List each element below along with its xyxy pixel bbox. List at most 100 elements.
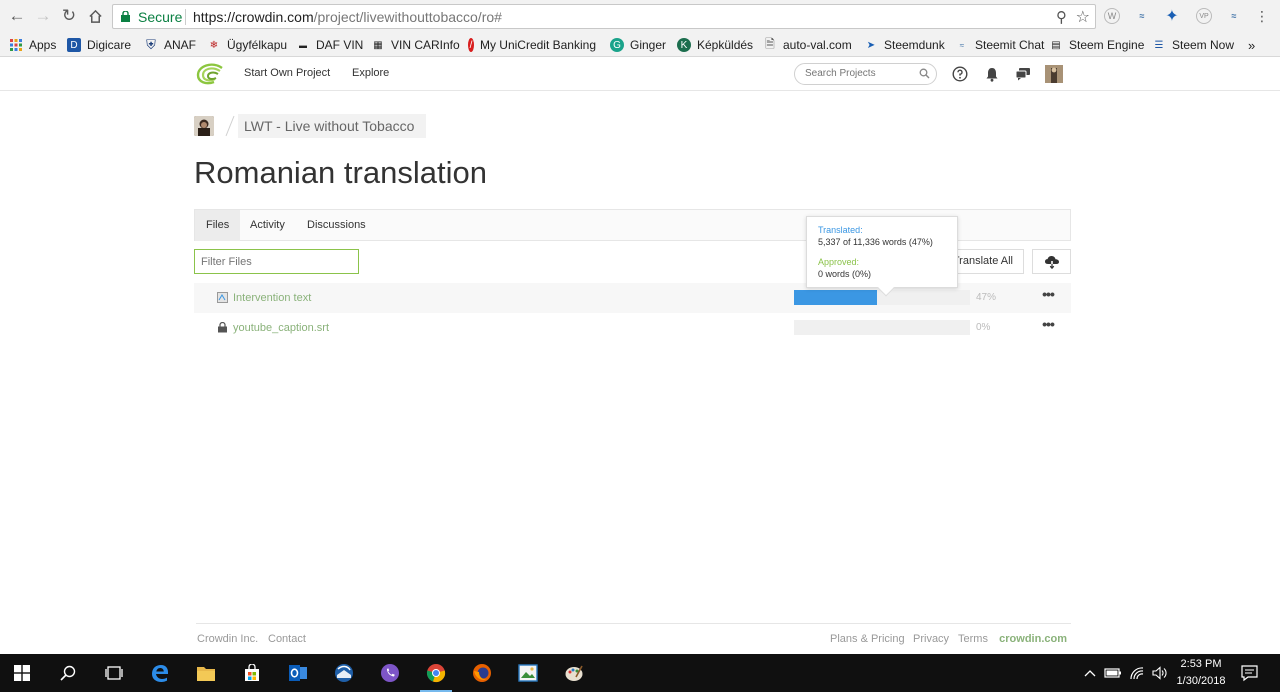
wordpress-extension-icon[interactable]: W bbox=[1104, 8, 1120, 24]
back-arrow-icon[interactable]: ← bbox=[6, 5, 28, 27]
file-name[interactable]: youtube_caption.srt bbox=[233, 322, 329, 334]
bookmark-daf-vin[interactable]: ▬ DAF VIN bbox=[296, 36, 363, 54]
bookmark-steem-engine[interactable]: ▤ Steem Engine bbox=[1049, 36, 1144, 54]
edge-browser-icon[interactable] bbox=[148, 661, 172, 685]
bookmark-label: VIN CARInfo bbox=[391, 38, 460, 52]
home-icon[interactable] bbox=[84, 5, 106, 27]
search-icon[interactable] bbox=[919, 68, 930, 79]
footer-contact-link[interactable]: Contact bbox=[268, 633, 306, 645]
daf-logo-icon: ▬ bbox=[299, 40, 307, 50]
chrome-menu-icon[interactable]: ⋮ bbox=[1254, 8, 1270, 24]
search-input[interactable] bbox=[805, 68, 915, 79]
user-avatar[interactable] bbox=[1045, 65, 1063, 83]
vp-extension-icon[interactable]: VP bbox=[1196, 8, 1212, 24]
bookmark-steem-now[interactable]: ☰ Steem Now bbox=[1152, 36, 1235, 54]
bookmark-steemdunk[interactable]: ➤ Steemdunk bbox=[864, 36, 945, 54]
filter-files-input[interactable] bbox=[194, 249, 359, 274]
windows-start-icon[interactable] bbox=[10, 661, 34, 685]
volume-icon[interactable] bbox=[1150, 661, 1170, 685]
progress-bar bbox=[794, 320, 970, 335]
bookmark-vin-carinfo[interactable]: ▦ VIN CARInfo bbox=[371, 36, 460, 54]
url-host: https://crowdin.com bbox=[193, 9, 314, 25]
crowdin-logo[interactable] bbox=[196, 62, 224, 86]
reload-icon[interactable]: ↻ bbox=[58, 5, 80, 27]
secure-label: Secure bbox=[138, 9, 183, 25]
firefox-icon[interactable] bbox=[470, 661, 494, 685]
file-name[interactable]: Intervention text bbox=[233, 292, 311, 304]
progress-percent: 0% bbox=[976, 322, 991, 333]
bookmark-label: Steemdunk bbox=[884, 38, 945, 52]
steem-extension-icon[interactable]: ≈ bbox=[1134, 8, 1150, 24]
plane-extension-icon[interactable]: ✦ bbox=[1164, 8, 1180, 25]
bookmark-unicredit[interactable]: / My UniCredit Banking bbox=[468, 36, 596, 54]
bookmark-label: auto-val.com bbox=[783, 38, 852, 52]
train-icon: ▤ bbox=[1051, 39, 1061, 51]
bookmark-auto-val[interactable]: 🗎 auto-val.com bbox=[763, 36, 852, 54]
store-icon[interactable] bbox=[240, 661, 264, 685]
more-options-icon[interactable]: ••• bbox=[1041, 287, 1055, 303]
steem-extension-icon-2[interactable]: ≈ bbox=[1226, 8, 1242, 24]
messages-icon[interactable] bbox=[1014, 65, 1032, 83]
crest-icon: ❄ bbox=[209, 39, 219, 51]
bookmark-steemit-chat[interactable]: ≈ Steemit Chat bbox=[955, 36, 1045, 54]
bookmark-label: Apps bbox=[29, 38, 57, 52]
task-view-icon[interactable] bbox=[102, 661, 126, 685]
wifi-icon[interactable] bbox=[1127, 661, 1147, 685]
outlook-icon[interactable] bbox=[286, 661, 310, 685]
paint-icon[interactable] bbox=[562, 661, 586, 685]
tab-discussions[interactable]: Discussions bbox=[296, 210, 377, 241]
bookmark-digicare[interactable]: D Digicare bbox=[67, 36, 131, 54]
footer-company-link[interactable]: Crowdin Inc. bbox=[197, 633, 258, 645]
bookmark-label: ANAF bbox=[164, 38, 197, 52]
tab-files[interactable]: Files bbox=[195, 210, 241, 241]
tray-chevron-up-icon[interactable] bbox=[1080, 661, 1100, 685]
photos-icon[interactable] bbox=[516, 661, 540, 685]
start-own-project-link[interactable]: Start Own Project bbox=[244, 67, 330, 79]
bookmark-apps[interactable]: Apps bbox=[9, 36, 56, 54]
forward-arrow-icon[interactable]: → bbox=[32, 5, 54, 27]
search-box[interactable] bbox=[794, 63, 937, 85]
locked-file-icon bbox=[218, 322, 227, 333]
shield-icon: ⛨ bbox=[146, 37, 156, 52]
action-center-icon[interactable] bbox=[1238, 661, 1262, 685]
footer-crowdin-link[interactable]: crowdin.com bbox=[999, 633, 1067, 645]
thunderbird-icon[interactable] bbox=[332, 661, 356, 685]
breadcrumb-project-link[interactable]: LWT - Live without Tobacco bbox=[238, 114, 427, 138]
battery-icon[interactable] bbox=[1103, 661, 1123, 685]
project-owner-avatar[interactable] bbox=[194, 116, 214, 136]
bookmark-label: Ginger bbox=[630, 38, 667, 52]
help-icon[interactable] bbox=[951, 65, 969, 83]
progress-tooltip: Translated: 5,337 of 11,336 words (47%) … bbox=[806, 216, 958, 297]
steemit-icon: ≈ bbox=[959, 40, 965, 50]
more-options-icon[interactable]: ••• bbox=[1041, 317, 1055, 333]
address-bar[interactable]: Secure https://crowdin.com/project/livew… bbox=[112, 4, 1096, 29]
file-row[interactable]: youtube_caption.srt 0% ••• bbox=[194, 313, 1071, 343]
steem-now-icon: ☰ bbox=[1154, 39, 1164, 51]
chrome-icon[interactable] bbox=[424, 661, 448, 685]
footer-privacy-link[interactable]: Privacy bbox=[913, 633, 949, 645]
viber-icon[interactable] bbox=[378, 661, 402, 685]
download-button[interactable] bbox=[1032, 249, 1071, 274]
zoom-icon[interactable]: ⚲ bbox=[1056, 8, 1067, 26]
footer-plans-link[interactable]: Plans & Pricing bbox=[830, 633, 905, 645]
ginger-icon: G bbox=[610, 38, 624, 52]
file-explorer-icon[interactable] bbox=[194, 661, 218, 685]
steemdunk-icon: ➤ bbox=[866, 39, 876, 51]
clock-date[interactable]: 1/30/2018 bbox=[1174, 675, 1228, 687]
clock-time[interactable]: 2:53 PM bbox=[1174, 658, 1228, 670]
bookmark-label: My UniCredit Banking bbox=[479, 38, 596, 52]
url-text[interactable]: https://crowdin.com/project/livewithoutt… bbox=[193, 9, 502, 25]
text-file-icon bbox=[217, 292, 228, 303]
bookmark-ugyfelkapu[interactable]: ❄ Ügyfélkapu bbox=[207, 36, 287, 54]
footer-terms-link[interactable]: Terms bbox=[958, 633, 988, 645]
bookmark-label: Képküldés bbox=[697, 38, 754, 52]
explore-link[interactable]: Explore bbox=[352, 67, 389, 79]
bookmark-ginger[interactable]: G Ginger bbox=[610, 36, 666, 54]
more-bookmarks-chevron-icon[interactable]: » bbox=[1248, 36, 1255, 54]
tab-activity[interactable]: Activity bbox=[239, 210, 296, 241]
bookmark-star-icon[interactable]: ☆ bbox=[1076, 7, 1090, 27]
notifications-bell-icon[interactable] bbox=[983, 65, 1001, 83]
bookmark-anaf[interactable]: ⛨ ANAF bbox=[144, 36, 196, 54]
search-taskbar-icon[interactable] bbox=[56, 661, 80, 685]
bookmark-kepkuldes[interactable]: K Képküldés bbox=[677, 36, 753, 54]
